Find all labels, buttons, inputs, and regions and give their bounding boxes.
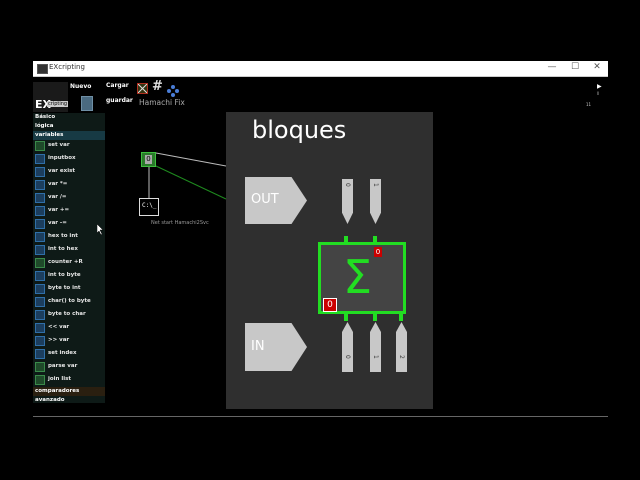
status-divider: [33, 416, 608, 417]
out-port-1[interactable]: 1: [370, 179, 381, 224]
blocks-panel: bloques OUT IN 0 1 Σ 0 0 0 1 2: [226, 112, 433, 409]
connector-stub: [344, 236, 348, 243]
out-block[interactable]: OUT: [245, 177, 307, 224]
badge-bottom: 0: [323, 298, 337, 312]
connector-stub: [373, 236, 377, 243]
cmd-label: Net start Hamachi2Svc: [151, 220, 209, 226]
connector-stub: [399, 313, 403, 321]
connector-stub: [344, 313, 348, 321]
value-node[interactable]: 0: [141, 152, 156, 167]
app-window: EXcripting — ☐ ✕ EX cripting Nuevo Carga…: [33, 61, 608, 418]
terminal-icon: C:\_: [142, 202, 157, 209]
sigma-icon: Σ: [343, 250, 373, 304]
out-port-0[interactable]: 0: [342, 179, 353, 224]
panel-title: bloques: [252, 116, 347, 144]
in-port-0[interactable]: 0: [342, 322, 353, 372]
in-block[interactable]: IN: [245, 323, 307, 371]
badge-top: 0: [374, 247, 382, 257]
in-port-1[interactable]: 1: [370, 322, 381, 372]
cmd-block[interactable]: C:\_: [139, 198, 159, 216]
mouse-cursor-icon: [97, 224, 104, 235]
connector-stub: [373, 313, 377, 321]
in-port-2[interactable]: 2: [396, 322, 407, 372]
